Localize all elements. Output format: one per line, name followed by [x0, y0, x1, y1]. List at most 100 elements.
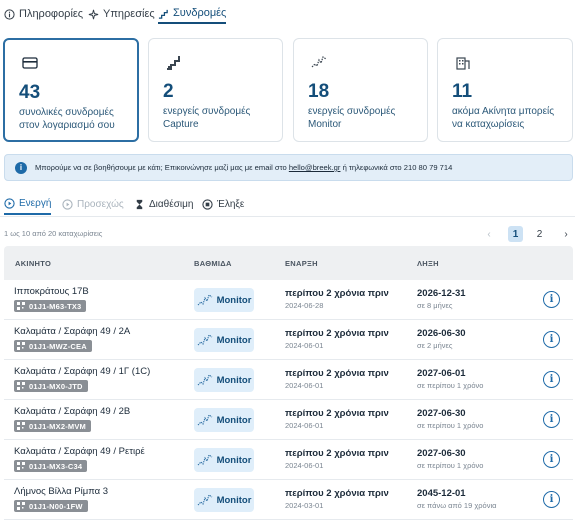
tab-services[interactable]: Υπηρεσίες	[88, 4, 155, 24]
details-info-button[interactable]: i	[543, 451, 560, 468]
end-relative: σε 8 μήνες	[417, 301, 453, 310]
property-name[interactable]: Καλαμάτα / Σαράφη 49 / Ρετιρέ	[14, 446, 145, 457]
details-info-button[interactable]: i	[543, 331, 560, 348]
card-desc-line1: ακόμα Ακίνητα μπορείς	[452, 106, 555, 117]
grade-label: Monitor	[216, 374, 252, 386]
tab-active[interactable]: Ενεργή	[4, 194, 52, 215]
start-relative: περίπου 2 χρόνια πριν	[285, 448, 389, 459]
grade-label: Monitor	[216, 334, 252, 346]
card-desc-line1: ενεργείς συνδρομές	[163, 106, 251, 117]
details-info-button[interactable]: i	[543, 411, 560, 428]
grade-badge: Monitor	[194, 488, 254, 512]
end-date: 2026-12-31	[417, 288, 466, 299]
top-tabs: Πληροφορίες Υπηρεσίες Συνδρομές	[0, 0, 575, 24]
tab-available-label: Διαθέσιμη	[149, 199, 194, 210]
property-name[interactable]: Καλαμάτα / Σαράφη 49 / 1Γ (1C)	[14, 366, 150, 377]
divider	[0, 216, 575, 217]
card-remaining-listings[interactable]: 11 ακόμα Ακίνητα μπορείς να καταχωρίσεις	[437, 38, 573, 142]
help-text-after: ή τηλεφωνικά στο 210 80 79 714	[342, 163, 453, 172]
table-row[interactable]: Ιπποκράτους 17Β 01J1-M63-TX3 Monitor περίπο…	[4, 280, 573, 320]
table-row[interactable]: Καλαμάτα / Σαράφη 49 / Ρετιρέ 01J1-MX3-C3…	[4, 440, 573, 480]
tab-upcoming-label: Προσεχώς	[77, 199, 124, 210]
credit-card-icon	[22, 57, 38, 69]
header-start[interactable]: ΕΝΑΡΞΗ	[285, 259, 318, 268]
info-circle-icon	[4, 8, 15, 20]
header-end[interactable]: ΛΗΞΗ	[417, 259, 439, 268]
card-monitor-subscriptions[interactable]: 18 ενεργείς συνδρομές Monitor	[293, 38, 428, 142]
monitor-pulse-icon	[311, 56, 327, 68]
property-name[interactable]: Λήμνος Βίλλα Ρίμπα 3	[14, 486, 108, 497]
sparkles-icon	[88, 9, 99, 19]
tab-subscriptions[interactable]: Συνδρομές	[158, 4, 227, 24]
tab-active-label: Ενεργή	[19, 198, 52, 209]
card-desc-line2: στον λογαριασμό σου	[19, 120, 115, 131]
help-banner: i Μπορούμε να σε βοηθήσουμε με κάτι; Επι…	[4, 154, 573, 181]
table-header: ΑΚΙΝΗΤΟ ΒΑΘΜΙΔΑ ΕΝΑΡΞΗ ΛΗΞΗ	[4, 246, 573, 280]
tab-available[interactable]: Διαθέσιμη	[134, 194, 193, 215]
card-count: 43	[19, 82, 41, 103]
start-date: 2024-06-01	[285, 461, 324, 470]
qr-code-icon	[17, 422, 25, 430]
card-desc-line2: Capture	[163, 119, 199, 130]
next-page-button[interactable]: ›	[560, 226, 572, 242]
property-code-badge: 01J1-MX2-MVM	[14, 420, 91, 432]
play-circle-icon	[4, 198, 15, 209]
email-link[interactable]: hello@breek.gr	[289, 163, 341, 172]
tab-services-label: Υπηρεσίες	[103, 8, 155, 20]
table-row[interactable]: Καλαμάτα / Σαράφη 49 / 1Γ (1C) 01J1-MX0-J…	[4, 360, 573, 400]
table-row[interactable]: Καλαμάτα / Σαράφη 49 / 2Α 01J1-MWZ-CEA Mon…	[4, 320, 573, 360]
stairs-icon	[167, 56, 180, 70]
card-desc-line1: συνολικές συνδρομές	[19, 107, 114, 118]
play-circle-icon	[62, 199, 73, 210]
tab-expired[interactable]: Έληξε	[202, 194, 244, 215]
hourglass-icon	[136, 199, 143, 210]
start-relative: περίπου 2 χρόνια πριν	[285, 488, 389, 499]
card-count: 18	[308, 81, 330, 102]
qr-code-icon	[17, 302, 25, 310]
details-info-button[interactable]: i	[543, 491, 560, 508]
start-relative: περίπου 2 χρόνια πριν	[285, 288, 389, 299]
end-date: 2045-12-01	[417, 488, 466, 499]
prev-page-button[interactable]: ‹	[483, 226, 495, 242]
help-text-before: Μπορούμε να σε βοηθήσουμε με κάτι; Επικο…	[35, 163, 287, 172]
tab-upcoming[interactable]: Προσεχώς	[62, 194, 124, 215]
help-text: Μπορούμε να σε βοηθήσουμε με κάτι; Επικο…	[35, 163, 452, 172]
card-desc-line2: να καταχωρίσεις	[452, 119, 525, 130]
page-1-button[interactable]: 1	[508, 226, 523, 242]
grade-badge: Monitor	[194, 288, 254, 312]
property-name[interactable]: Καλαμάτα / Σαράφη 49 / 2Α	[14, 326, 130, 337]
card-description: ενεργείς συνδρομές Monitor	[308, 105, 436, 131]
tab-expired-label: Έληξε	[217, 199, 245, 210]
grade-label: Monitor	[216, 494, 252, 506]
tab-info-label: Πληροφορίες	[19, 8, 84, 20]
start-date: 2024-03-01	[285, 501, 324, 510]
header-property[interactable]: ΑΚΙΝΗΤΟ	[15, 259, 51, 268]
property-code-badge: 01J1-MX3-C34	[14, 460, 88, 472]
details-info-button[interactable]: i	[543, 371, 560, 388]
property-code: 01J1-MWZ-CEA	[29, 341, 87, 351]
property-name[interactable]: Καλαμάτα / Σαράφη 49 / 2Β	[14, 406, 130, 417]
property-name[interactable]: Ιπποκράτους 17Β	[14, 286, 89, 297]
table-row[interactable]: Καλαμάτα / Σαράφη 49 / 2Β 01J1-MX2-MVM Mon…	[4, 400, 573, 440]
grade-label: Monitor	[216, 454, 252, 466]
start-relative: περίπου 2 χρόνια πριν	[285, 408, 389, 419]
end-date: 2027-06-30	[417, 408, 466, 419]
tab-info[interactable]: Πληροφορίες	[4, 4, 83, 24]
building-icon	[456, 57, 470, 70]
monitor-pulse-icon	[197, 374, 212, 386]
details-info-button[interactable]: i	[543, 291, 560, 308]
monitor-pulse-icon	[197, 454, 212, 466]
table-row[interactable]: Λήμνος Βίλλα Ρίμπα 3 01J1-N00-1FW Monitor π…	[4, 480, 573, 520]
start-date: 2024-06-01	[285, 381, 324, 390]
header-grade[interactable]: ΒΑΘΜΙΔΑ	[194, 259, 232, 268]
card-total-subscriptions[interactable]: 43 συνολικές συνδρομές στον λογαριασμό σ…	[3, 38, 139, 142]
page-2-button[interactable]: 2	[532, 226, 547, 242]
end-relative: σε περίπου 1 χρόνο	[417, 381, 484, 390]
start-date: 2024-06-28	[285, 301, 324, 310]
property-code: 01J1-MX3-C34	[29, 461, 83, 471]
card-capture-subscriptions[interactable]: 2 ενεργείς συνδρομές Capture	[148, 38, 283, 142]
grade-badge: Monitor	[194, 448, 254, 472]
end-date: 2027-06-30	[417, 448, 466, 459]
property-code-badge: 01J1-MWZ-CEA	[14, 340, 92, 352]
card-count: 2	[163, 81, 174, 102]
